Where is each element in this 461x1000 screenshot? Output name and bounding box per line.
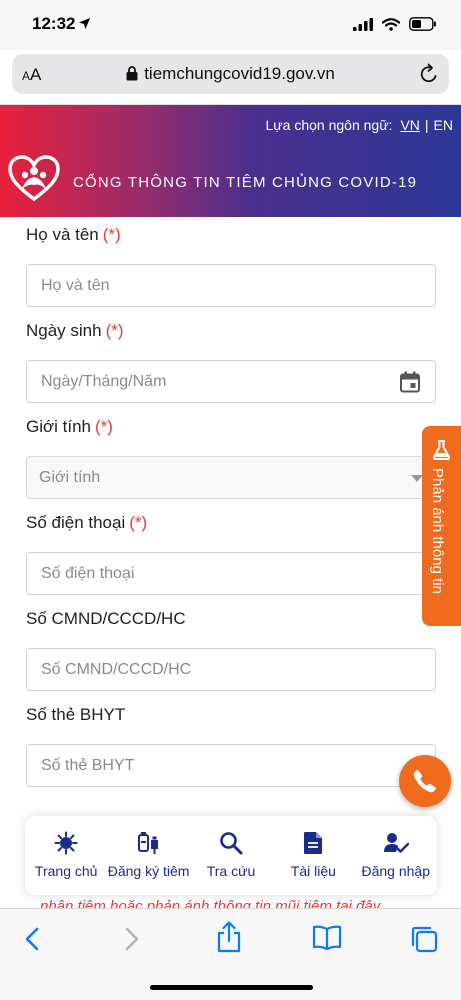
dob-input[interactable] bbox=[27, 361, 435, 402]
forward-icon[interactable] bbox=[122, 925, 140, 953]
calendar-icon[interactable] bbox=[399, 371, 421, 393]
back-icon[interactable] bbox=[24, 925, 42, 953]
vaccine-icon bbox=[137, 832, 158, 854]
bottom-nav: Trang chủ Đăng ký tiêm Tra cứu Tài liệu bbox=[25, 816, 437, 895]
heart-logo[interactable] bbox=[8, 155, 60, 203]
phone-field: Số điện thoại (*) bbox=[26, 513, 436, 595]
required-marker: (*) bbox=[105, 321, 124, 340]
flask-icon bbox=[432, 440, 451, 460]
lock-icon bbox=[126, 66, 138, 81]
status-bar: 12:32 bbox=[0, 0, 461, 50]
home-indicator bbox=[150, 985, 313, 990]
bookmarks-icon[interactable] bbox=[312, 925, 342, 951]
search-icon bbox=[220, 832, 243, 855]
cellular-signal-icon bbox=[353, 17, 373, 31]
feedback-tab-label: Phản ánh thông tin bbox=[429, 468, 446, 594]
dob-label: Ngày sinh (*) bbox=[26, 321, 124, 340]
nav-item-register[interactable]: Đăng ký tiêm bbox=[107, 831, 190, 879]
status-time-text: 12:32 bbox=[32, 14, 76, 33]
nav-item-lookup[interactable]: Tra cứu bbox=[191, 831, 271, 879]
nav-label-home: Trang chủ bbox=[34, 863, 98, 879]
required-marker: (*) bbox=[95, 417, 113, 436]
nav-label-lookup: Tra cứu bbox=[206, 863, 256, 879]
insurance-field: Số thẻ BHYT bbox=[26, 705, 436, 787]
url-display[interactable]: tiemchungcovid19.gov.vn bbox=[12, 64, 449, 84]
insurance-input-box bbox=[26, 744, 436, 787]
phone-label: Số điện thoại (*) bbox=[26, 513, 148, 532]
id-number-input-box bbox=[26, 648, 436, 691]
tabs-icon[interactable] bbox=[410, 925, 438, 953]
fullname-field: Họ và tên (*) bbox=[26, 225, 436, 307]
nav-label-login: Đăng nhập bbox=[361, 863, 430, 879]
dob-input-box bbox=[26, 360, 436, 403]
insurance-input[interactable] bbox=[27, 745, 435, 786]
nav-label-documents: Tài liệu bbox=[290, 863, 336, 879]
language-en-link[interactable]: EN bbox=[434, 117, 453, 133]
language-separator: | bbox=[424, 117, 429, 133]
nav-item-documents[interactable]: Tài liệu bbox=[273, 831, 353, 879]
required-marker: (*) bbox=[102, 225, 121, 244]
nav-item-login[interactable]: Đăng nhập bbox=[356, 831, 436, 879]
required-marker: (*) bbox=[129, 513, 148, 532]
location-arrow-icon bbox=[79, 18, 91, 29]
phone-input[interactable] bbox=[27, 553, 435, 594]
id-number-field: Số CMND/CCCD/HC bbox=[26, 609, 436, 691]
dob-field: Ngày sinh (*) bbox=[26, 321, 436, 403]
nav-item-home[interactable]: Trang chủ bbox=[26, 831, 106, 879]
address-bar[interactable]: AA tiemchungcovid19.gov.vn bbox=[12, 54, 449, 94]
status-icons bbox=[353, 17, 437, 31]
id-number-input[interactable] bbox=[27, 649, 435, 690]
wifi-icon bbox=[382, 17, 400, 31]
document-icon bbox=[304, 832, 323, 854]
site-title: CỔNG THÔNG TIN TIÊM CHỦNG COVID-19 bbox=[73, 174, 418, 191]
call-button[interactable] bbox=[399, 755, 451, 807]
nav-label-register: Đăng ký tiêm bbox=[107, 863, 190, 879]
language-label: Lựa chọn ngôn ngữ: bbox=[265, 117, 393, 133]
url-text: tiemchungcovid19.gov.vn bbox=[144, 64, 335, 83]
phone-icon bbox=[413, 770, 436, 793]
share-icon[interactable] bbox=[216, 921, 242, 953]
gender-label: Giới tính (*) bbox=[26, 417, 113, 436]
status-time: 12:32 bbox=[32, 14, 91, 34]
site-header: Lựa chọn ngôn ngữ: VN | EN CỔNG THÔNG TI… bbox=[0, 105, 461, 217]
fullname-input[interactable] bbox=[27, 265, 435, 306]
virus-icon bbox=[54, 831, 78, 855]
battery-icon bbox=[409, 17, 436, 31]
language-selector: Lựa chọn ngôn ngữ: VN | EN bbox=[266, 117, 454, 133]
phone-input-box bbox=[26, 552, 436, 595]
language-vn-link[interactable]: VN bbox=[400, 117, 419, 133]
reload-icon[interactable] bbox=[419, 63, 439, 85]
gender-select[interactable]: Giới tính bbox=[26, 456, 436, 499]
gender-field: Giới tính (*) Giới tính bbox=[26, 417, 436, 499]
fullname-label: Họ và tên (*) bbox=[26, 225, 121, 244]
gender-select-value: Giới tính bbox=[39, 469, 101, 486]
user-check-icon bbox=[383, 833, 409, 853]
feedback-tab[interactable]: Phản ánh thông tin bbox=[422, 426, 461, 626]
fullname-input-box bbox=[26, 264, 436, 307]
insurance-label: Số thẻ BHYT bbox=[26, 705, 126, 724]
id-number-label: Số CMND/CCCD/HC bbox=[26, 609, 186, 628]
